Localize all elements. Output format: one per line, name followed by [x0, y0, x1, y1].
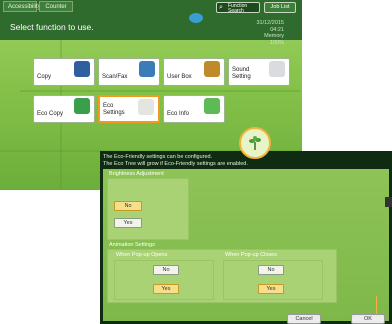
popup-opens-group: No Yes [114, 260, 214, 300]
cancel-button[interactable]: Cancel [287, 314, 321, 324]
tile-eco-settings[interactable]: Eco Settings [98, 95, 160, 123]
brightness-section: No Yes [107, 178, 189, 240]
accessibility-tab[interactable]: Accessibility [3, 1, 41, 12]
status-icon [189, 13, 203, 23]
eco-settings-dialog: The Eco-Friendly settings can be configu… [100, 151, 392, 324]
tile-eco-info[interactable]: Eco Info [163, 95, 225, 123]
tile-label: User Box [167, 74, 192, 80]
tile-label: Scan/Fax [102, 74, 128, 80]
counter-tab[interactable]: Counter [39, 1, 73, 12]
eco-tree-icon [239, 127, 271, 159]
brightness-yes-button[interactable]: Yes [114, 218, 142, 228]
brightness-section-title: Brightness Adjustment [109, 171, 164, 177]
date-text: 31/12/2015 [256, 20, 284, 26]
copy-icon [74, 61, 90, 77]
function-search-button[interactable]: ⌕ Function Search [216, 2, 260, 14]
tile-label: Copy [37, 74, 52, 80]
tile-scan-fax[interactable]: Scan/Fax [98, 58, 160, 86]
background-decoration [20, 90, 300, 92]
job-list-button[interactable]: Job List [264, 2, 296, 13]
animation-section-title: Animation Settings [109, 242, 155, 248]
user-box-icon [204, 61, 220, 77]
side-scroll-tab[interactable] [385, 197, 392, 207]
eco-info-icon [204, 98, 220, 114]
tile-eco-copy[interactable]: Eco Copy [33, 95, 95, 123]
tile-user-box[interactable]: User Box [163, 58, 225, 86]
popup-closes-no-button[interactable]: No [258, 265, 284, 275]
function-search-label: Function Search [228, 3, 248, 14]
clock: 31/12/2015 04:21 Memory 100% [256, 20, 284, 46]
tile-sound-setting[interactable]: Sound Setting [228, 58, 290, 86]
popup-closes-yes-button[interactable]: Yes [258, 284, 284, 294]
eco-message-line-2: The Eco Tree will grow if Eco-Friendly s… [103, 161, 248, 167]
search-icon: ⌕ [219, 4, 223, 11]
eco-message: The Eco-Friendly settings can be configu… [103, 154, 248, 168]
tile-copy[interactable]: Copy [33, 58, 95, 86]
tile-label: Eco Info [167, 111, 190, 117]
eco-settings-body: Brightness Adjustment No Yes Animation S… [103, 169, 389, 321]
brightness-no-button[interactable]: No [114, 201, 142, 211]
animation-section: When Pop-up Opens No Yes When Pop-up Clo… [107, 249, 337, 303]
tile-label: Eco Copy [37, 111, 64, 117]
tile-label: Sound Setting [232, 67, 251, 80]
time-text: 04:21 [270, 26, 284, 33]
memory-value: 100% [269, 39, 284, 46]
eco-copy-icon [74, 98, 90, 114]
popup-opens-title: When Pop-up Opens [116, 252, 168, 258]
speaker-icon [269, 61, 285, 77]
tile-label: Eco Settings [103, 103, 125, 116]
eco-message-line-1: The Eco-Friendly settings can be configu… [103, 154, 213, 160]
popup-opens-yes-button[interactable]: Yes [153, 284, 179, 294]
memory-label: Memory [264, 33, 284, 40]
page-title: Select function to use. [10, 22, 94, 32]
top-bar: Accessibility Counter ⌕ Function Search … [0, 0, 302, 14]
popup-closes-group: No Yes [223, 260, 323, 300]
popup-closes-title: When Pop-up Closes [225, 252, 277, 258]
ok-button[interactable]: OK [351, 314, 385, 324]
callout-pointer [376, 296, 377, 314]
popup-opens-no-button[interactable]: No [153, 265, 179, 275]
scan-fax-icon [139, 61, 155, 77]
eco-settings-icon [138, 99, 154, 115]
